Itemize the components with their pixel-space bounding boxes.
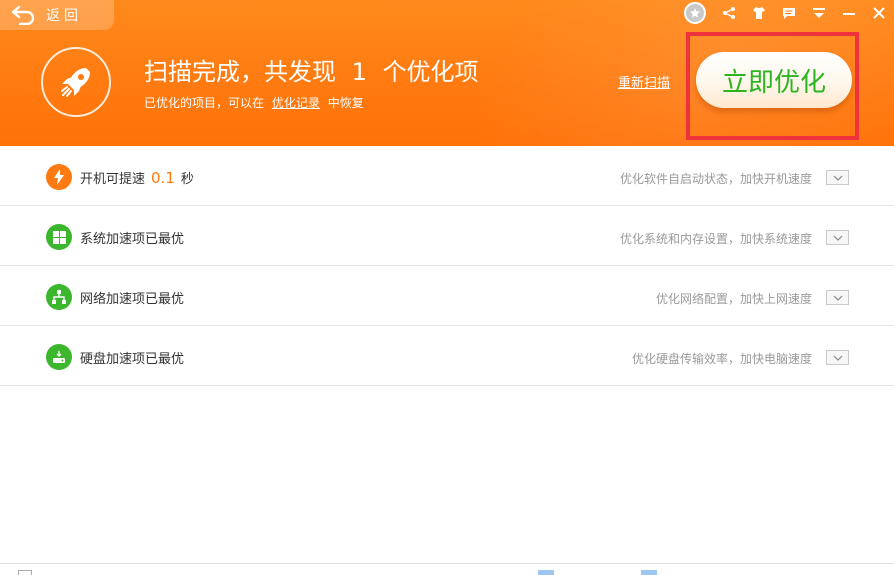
windows-icon: [46, 224, 72, 250]
skin-icon[interactable]: [750, 4, 768, 22]
footer-checkbox[interactable]: [18, 570, 32, 575]
row-label: 系统加速项已最优: [80, 232, 185, 247]
message-icon[interactable]: [780, 4, 798, 22]
menu-icon[interactable]: [810, 4, 828, 22]
scan-result-title: 扫描完成，共发现 1 个优化项: [144, 52, 479, 87]
scan-result-subtitle: 已优化的项目，可以在 优化记录 中恢复: [144, 94, 364, 111]
expand-button[interactable]: [826, 230, 849, 245]
list-item-startup: 开机可提速 0.1 秒 优化软件自启动状态，加快开机速度: [0, 146, 894, 206]
row-description: 优化硬盘传输效率，加快电脑速度: [631, 352, 812, 366]
startup-unit: 秒: [180, 172, 194, 187]
row-description: 优化系统和内存设置，加快系统速度: [619, 232, 812, 246]
footer-divider: [0, 563, 894, 564]
list-item-system: 系统加速项已最优 优化系统和内存设置，加快系统速度: [0, 206, 894, 266]
list-item-disk: 硬盘加速项已最优 优化硬盘传输效率，加快电脑速度: [0, 326, 894, 386]
list-item-network: 网络加速项已最优 优化网络配置，加快上网速度: [0, 266, 894, 326]
minimize-icon[interactable]: [840, 4, 858, 22]
row-description: 优化网络配置，加快上网速度: [655, 292, 812, 306]
row-label: 网络加速项已最优: [80, 292, 185, 307]
chevron-down-icon: [833, 235, 842, 241]
title-suffix: 个优化项: [382, 58, 479, 86]
title-count: 1: [351, 58, 367, 86]
network-icon: [46, 284, 72, 310]
row-label: 开机可提速 0.1 秒: [80, 168, 194, 187]
share-icon[interactable]: [720, 4, 738, 22]
titlebar-controls: [720, 0, 888, 26]
rocket-badge: [41, 47, 111, 117]
row-description: 优化软件自启动状态，加快开机速度: [619, 172, 812, 186]
row-label: 硬盘加速项已最优: [80, 352, 185, 367]
expand-button[interactable]: [826, 350, 849, 365]
back-button[interactable]: 返回: [0, 0, 114, 30]
footer-icon-right: [641, 570, 657, 575]
expand-button[interactable]: [826, 170, 849, 185]
close-icon[interactable]: [870, 4, 888, 22]
optimize-history-link[interactable]: 优化记录: [272, 96, 320, 110]
back-arrow-icon: [11, 5, 35, 25]
title-prefix: 扫描完成，共发现: [144, 58, 336, 86]
optimization-list: 开机可提速 0.1 秒 优化软件自启动状态，加快开机速度 系统加速项已最优 优化系统…: [0, 146, 894, 386]
chevron-down-icon: [833, 355, 842, 361]
rescan-link[interactable]: 重新扫描: [618, 72, 670, 91]
rocket-icon: [61, 68, 90, 97]
lightning-icon: [46, 164, 72, 190]
footer-icon-left: [538, 570, 554, 575]
chevron-down-icon: [833, 175, 842, 181]
header-banner: 返回 扫描完成，共发现 1 个优化项 已优化的项目，可以在 优化记录 中恢复 重…: [0, 0, 894, 146]
expand-button[interactable]: [826, 290, 849, 305]
medal-icon[interactable]: [684, 2, 706, 24]
startup-seconds: 0.1: [151, 169, 175, 187]
harddisk-icon: [46, 344, 72, 370]
startup-label: 开机可提速: [80, 172, 146, 187]
subtitle-suffix: 中恢复: [327, 96, 364, 110]
optimize-now-button[interactable]: 立即优化: [696, 52, 852, 108]
back-label: 返回: [46, 8, 82, 24]
chevron-down-icon: [833, 295, 842, 301]
subtitle-prefix: 已优化的项目，可以在: [144, 96, 265, 110]
